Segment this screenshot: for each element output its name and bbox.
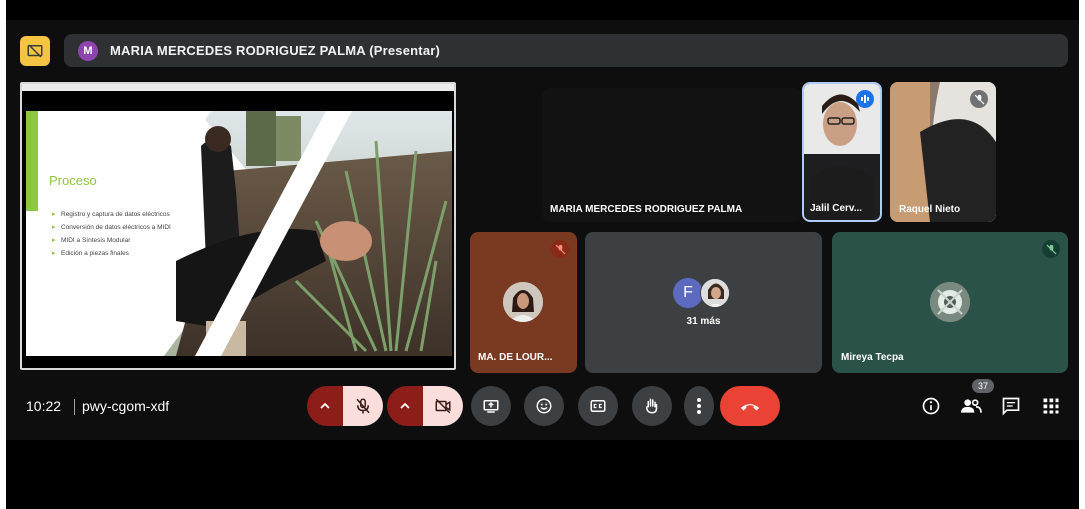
more-participants-tile[interactable]: F 31 más bbox=[585, 232, 822, 373]
audio-options-button[interactable] bbox=[307, 386, 343, 426]
participant-avatar: F bbox=[673, 278, 703, 308]
emoji-reaction-button[interactable] bbox=[524, 386, 564, 426]
people-icon bbox=[961, 399, 982, 413]
presenter-banner: M MARIA MERCEDES RODRIGUEZ PALMA (Presen… bbox=[64, 34, 1068, 67]
captions-button[interactable] bbox=[578, 386, 618, 426]
mic-off-icon bbox=[1042, 240, 1060, 258]
avatar bbox=[700, 278, 730, 308]
shared-screen[interactable]: Proceso Registro y captura de datos eléc… bbox=[20, 82, 456, 370]
speaking-indicator-icon bbox=[856, 90, 874, 108]
presentation-slide: Proceso Registro y captura de datos eléc… bbox=[26, 111, 452, 356]
meeting-info-button[interactable] bbox=[919, 394, 943, 418]
slide-title: Proceso bbox=[49, 173, 97, 188]
slide-bullet: Edición a piezas finales bbox=[52, 250, 192, 258]
slide-bullet: Conversión de datos eléctricos a MIDI bbox=[52, 224, 192, 232]
participant-tile-mireya[interactable]: Mireya Tecpa bbox=[832, 232, 1068, 373]
chat-button[interactable] bbox=[999, 394, 1023, 418]
video-options-button[interactable] bbox=[387, 386, 423, 426]
participant-tile-raquel[interactable]: Raquel Nieto bbox=[890, 82, 996, 222]
slide-accent-bar bbox=[26, 111, 38, 211]
divider bbox=[74, 399, 75, 415]
participant-count-badge: 37 bbox=[972, 379, 994, 393]
camera-off-icon bbox=[435, 398, 451, 414]
bottom-strip bbox=[6, 440, 1079, 509]
present-screen-icon[interactable] bbox=[20, 36, 50, 66]
chevron-up-icon bbox=[320, 402, 330, 409]
info-icon bbox=[922, 397, 940, 415]
present-now-button[interactable] bbox=[471, 386, 511, 426]
participant-name: Raquel Nieto bbox=[899, 204, 961, 215]
mic-off-icon bbox=[551, 240, 569, 258]
raise-hand-icon bbox=[645, 398, 658, 414]
participant-tile-jalil[interactable]: Jalil Cerv... bbox=[802, 82, 882, 222]
avatar bbox=[503, 282, 543, 322]
presenter-avatar: M bbox=[78, 40, 98, 61]
meeting-code: pwy-cgom-xdf bbox=[82, 398, 170, 414]
participant-tile-ma[interactable]: MA. DE LOUR... bbox=[470, 232, 577, 373]
more-options-icon bbox=[697, 398, 701, 414]
more-count-label: 31 más bbox=[686, 316, 721, 327]
participant-tile-maria[interactable]: MARIA MERCEDES RODRIGUEZ PALMA bbox=[542, 88, 802, 222]
present-now-icon bbox=[483, 400, 499, 413]
activities-button[interactable] bbox=[1039, 394, 1063, 418]
chevron-up-icon bbox=[400, 402, 410, 409]
mic-toggle-button[interactable] bbox=[343, 386, 383, 426]
participant-name: Mireya Tecpa bbox=[841, 352, 904, 363]
slide-bullet: MIDI a Síntesis Modular bbox=[52, 237, 192, 245]
more-options-button[interactable] bbox=[684, 386, 714, 426]
meet-window: M MARIA MERCEDES RODRIGUEZ PALMA (Presen… bbox=[6, 0, 1079, 509]
leave-call-button[interactable] bbox=[720, 386, 780, 426]
presenter-name: MARIA MERCEDES RODRIGUEZ PALMA (Presenta… bbox=[110, 43, 441, 58]
people-button[interactable] bbox=[959, 394, 983, 418]
captions-icon bbox=[590, 400, 606, 412]
participant-name: MA. DE LOUR... bbox=[478, 352, 553, 363]
emoji-icon bbox=[536, 398, 552, 414]
avatar bbox=[930, 282, 970, 322]
end-call-icon bbox=[740, 404, 760, 411]
mic-off-icon bbox=[970, 90, 988, 108]
mic-off-icon bbox=[356, 398, 370, 414]
meeting-time: 10:22 bbox=[26, 398, 62, 414]
raise-hand-button[interactable] bbox=[632, 386, 672, 426]
slide-bullet: Registro y captura de datos eléctricos bbox=[52, 211, 192, 219]
top-strip bbox=[6, 0, 1079, 20]
participant-name: MARIA MERCEDES RODRIGUEZ PALMA bbox=[550, 204, 743, 215]
chat-icon bbox=[1002, 397, 1020, 416]
activities-icon bbox=[1043, 398, 1059, 414]
slide-bullets: Registro y captura de datos eléctricos C… bbox=[52, 211, 192, 263]
participant-name: Jalil Cerv... bbox=[810, 203, 863, 214]
shared-window-titlebar bbox=[22, 84, 454, 91]
camera-toggle-button[interactable] bbox=[423, 386, 463, 426]
